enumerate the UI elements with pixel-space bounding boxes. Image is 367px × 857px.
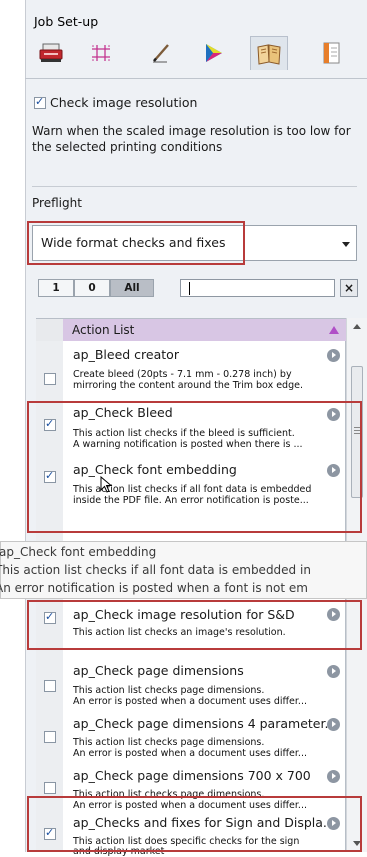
toolbar-divider — [25, 78, 367, 79]
check-image-resolution-label: Check image resolution — [50, 95, 198, 110]
action-list-header-label: Action List — [72, 323, 135, 337]
toolbar — [32, 36, 367, 70]
grid-icon[interactable] — [82, 36, 120, 70]
clear-search-button[interactable]: × — [340, 279, 358, 297]
action-checkbox-4[interactable] — [44, 680, 56, 692]
book-icon[interactable] — [250, 36, 288, 70]
resolution-description-line1: Warn when the scaled image resolution is… — [32, 124, 351, 138]
action-desc-4b: An error is posted when a document uses … — [73, 696, 307, 707]
scroll-up-icon[interactable] — [353, 324, 361, 329]
action-desc-0b: mirroring the content around the Trim bo… — [73, 380, 303, 391]
highlight-box-bleed-font — [27, 401, 362, 533]
filter-search-input[interactable] — [180, 279, 335, 297]
pen-icon[interactable] — [142, 36, 180, 70]
highlight-box-preflight — [27, 221, 245, 265]
arrow-right-icon[interactable] — [327, 349, 340, 362]
tooltip-line2: This action list checks if all font data… — [0, 563, 311, 577]
action-list-header[interactable]: Action List — [36, 319, 346, 341]
arrow-right-icon[interactable] — [327, 770, 340, 783]
preflight-heading: Preflight — [32, 196, 82, 210]
panel-title: Job Set-up — [34, 14, 99, 29]
action-desc-0a: Create bleed (20pts - 7.1 mm - 0.278 inc… — [73, 369, 292, 380]
text-caret — [189, 282, 190, 295]
sort-ascending-icon — [329, 326, 339, 334]
tooltip-line3: An error notification is posted when a f… — [0, 581, 308, 595]
action-title-5[interactable]: ap_Check page dimensions 4 parameter... — [73, 716, 336, 731]
color-wheel-icon[interactable] — [194, 36, 232, 70]
arrow-right-icon[interactable] — [327, 665, 340, 678]
action-desc-5b: An error is posted when a document uses … — [73, 748, 307, 759]
action-title-0[interactable]: ap_Bleed creator — [73, 347, 179, 362]
resolution-description-line2: the selected printing conditions — [32, 140, 223, 154]
highlight-box-sign-display — [27, 796, 362, 852]
filter-segment-1[interactable]: 1 — [38, 279, 74, 297]
page-layout-icon[interactable] — [312, 36, 350, 70]
header-checkbox-cell — [36, 319, 63, 341]
chevron-down-icon — [342, 242, 350, 247]
action-checkbox-6[interactable] — [44, 782, 56, 794]
section-divider — [32, 186, 357, 187]
action-title-4[interactable]: ap_Check page dimensions — [73, 663, 244, 678]
action-checkbox-0[interactable] — [44, 373, 56, 385]
action-desc-4a: This action list checks page dimensions. — [73, 685, 265, 696]
filter-segment-0[interactable]: 0 — [74, 279, 110, 297]
action-desc-5a: This action list checks page dimensions. — [73, 737, 265, 748]
tooltip-title: ap_Check font embedding — [0, 545, 157, 559]
filter-segment-all[interactable]: All — [110, 279, 154, 297]
check-image-resolution-checkbox[interactable] — [34, 95, 46, 109]
tooltip: ap_Check font embedding This action list… — [0, 541, 367, 599]
highlight-box-image-resolution — [27, 600, 362, 650]
printer-icon[interactable] — [32, 36, 70, 70]
arrow-right-icon[interactable] — [327, 718, 340, 731]
action-title-6[interactable]: ap_Check page dimensions 700 x 700 — [73, 768, 311, 783]
action-checkbox-5[interactable] — [44, 731, 56, 743]
